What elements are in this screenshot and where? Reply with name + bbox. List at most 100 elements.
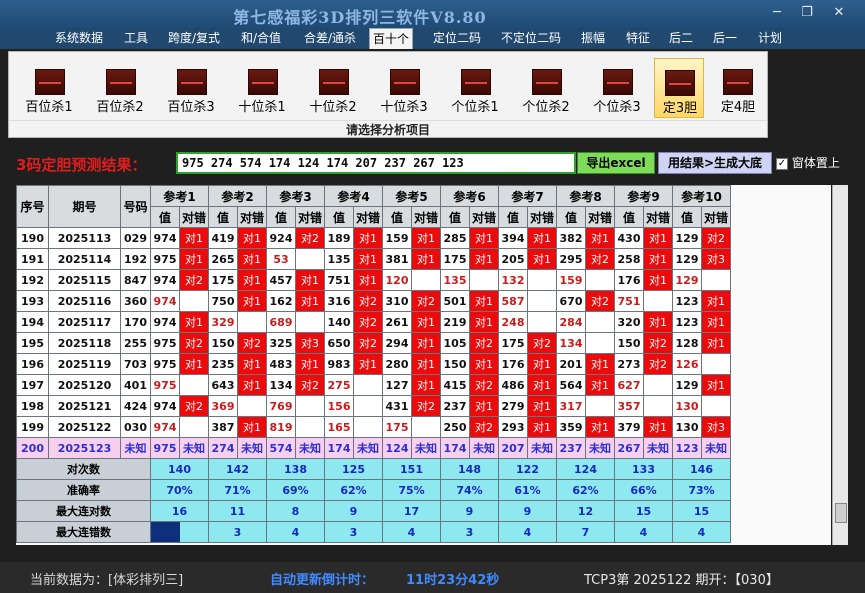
menu-item-12[interactable]: 后一 [710,28,740,49]
table-row[interactable]: 194 2025117 170 974 对1 329 689 140 对2 261 对1 219 对1 2… [16,311,731,333]
period-cell: 2025115 [48,269,121,291]
ribbon-button-2[interactable]: 百位杀2 [90,58,150,118]
value-cell: 150 [440,353,470,375]
ribbon-button-10[interactable]: 定3胆 [654,58,704,118]
stat-row: 最大连对数 16 11 8 9 17 9 9 12 15 15 [16,500,731,522]
judge-header: 对错 [411,206,441,228]
table-row[interactable]: 197 2025120 401 975 643 对1 134 对2 275 127 对1 415 对2 4… [16,374,731,396]
number-cell: 424 [120,395,151,417]
table-row[interactable]: 192 2025115 847 974 对2 175 对1 457 对1 751 对1 120 135 1… [16,269,731,291]
menu-item-13[interactable]: 计划 [755,28,785,49]
judge-cell: 对1 [237,374,267,396]
ribbon-button-label: 十位杀2 [309,100,357,115]
table-row[interactable]: 190 2025113 029 974 对1 419 对1 924 对2 189 对1 159 对1 28… [16,227,731,249]
value-cell: 382 [556,227,586,249]
value-cell: 643 [208,374,238,396]
current-data-text: 当前数据为：[体彩排列三] [30,573,184,588]
stat-value: 4 [498,521,557,543]
menu-item-8[interactable]: 不定位二码 [498,28,564,49]
prediction-result-field[interactable]: 975 274 574 174 124 174 207 237 267 123 [176,152,576,174]
topmost-checkbox[interactable]: ✓ 窗体置上 [776,154,840,171]
menu-item-5[interactable]: 合差/通杀 [300,28,360,49]
stat-label: 准确率 [16,479,151,501]
value-cell: 265 [208,248,238,270]
table-row[interactable]: 198 2025121 424 974 对2 369 769 156 431 对2 237 对1 279… [16,395,731,417]
value-cell: 250 [440,416,470,438]
table-row[interactable]: 196 2025119 703 975 对1 235 对1 483 对1 983 对1 280 对1 15… [16,353,731,375]
stat-value: 138 [266,458,325,480]
ref-header-4: 参考4 [324,185,383,207]
ribbon-button-label: 百位杀3 [167,100,215,115]
value-cell: 267 [614,437,644,459]
value-cell: 501 [440,290,470,312]
menu-item-7[interactable]: 定位二码 [429,28,485,49]
stat-value: 140 [150,458,209,480]
judge-cell [179,290,209,312]
ribbon-button-1[interactable]: 百位杀1 [19,58,79,118]
export-excel-button[interactable]: 导出excel [577,152,655,174]
ribbon-button-8[interactable]: 个位杀2 [516,58,576,118]
judge-cell: 对1 [179,227,209,249]
ribbon-button-6[interactable]: 十位杀3 [374,58,434,118]
value-cell: 819 [266,416,296,438]
ribbon-button-7[interactable]: 个位杀1 [445,58,505,118]
ribbon-button-3[interactable]: 百位杀3 [161,58,221,118]
ribbon-button-9[interactable]: 个位杀3 [587,58,647,118]
stat-row: 最大连错数 3 4 3 4 3 4 7 4 4 [16,521,731,543]
period-cell: 2025119 [48,353,121,375]
close-button[interactable]: ✕ [826,4,852,22]
judge-cell: 对1 [353,248,383,270]
value-cell: 379 [614,416,644,438]
value-cell: 130 [672,416,702,438]
judge-cell [295,416,325,438]
value-cell: 564 [556,374,586,396]
value-cell: 237 [556,437,586,459]
judge-cell: 对1 [411,227,441,249]
menu-item-9[interactable]: 振幅 [578,28,608,49]
scrollbar-thumb[interactable] [835,503,847,523]
judge-cell [179,416,209,438]
judge-cell: 对1 [353,269,383,291]
value-cell: 316 [324,290,354,312]
judge-cell: 对1 [585,353,615,375]
stat-value: 122 [498,458,557,480]
value-cell: 174 [324,437,354,459]
judge-cell: 对1 [411,248,441,270]
menu-item-6[interactable]: 百十个 [369,28,413,49]
value-cell: 974 [150,227,180,249]
table-row[interactable]: 191 2025114 192 975 对1 265 对1 53 135 对1 381 对1 175 对1… [16,248,731,270]
vertical-scrollbar[interactable] [832,185,848,545]
value-cell: 53 [266,248,296,270]
ribbon-button-4[interactable]: 十位杀1 [232,58,292,118]
stat-label: 对次数 [16,458,151,480]
restore-button[interactable]: ❐ [794,4,820,22]
ref-header-10: 参考10 [672,185,731,207]
menu-item-4[interactable]: 和/合值 [238,28,284,49]
table-row[interactable]: 200 2025123 未知 975 未知 274 未知 574 未知 174 未知 124 未知 174… [16,437,731,459]
value-header: 值 [440,206,470,228]
judge-cell: 对2 [469,332,499,354]
stat-value: 151 [382,458,441,480]
menu-item-10[interactable]: 特征 [623,28,653,49]
judge-cell: 对1 [527,416,557,438]
ribbon-button-label: 个位杀1 [451,100,499,115]
judge-cell: 对2 [643,332,673,354]
menu-item-11[interactable]: 后二 [666,28,696,49]
menu-item-3[interactable]: 跨度/复式 [164,28,224,49]
table-row[interactable]: 199 2025122 030 974 387 对1 819 165 175 250 对2 293 对1… [16,416,731,438]
table-row[interactable]: 195 2025118 255 975 对2 150 对2 325 对3 650 对2 294 对1 10… [16,332,731,354]
seq-cell: 192 [16,269,49,291]
countdown-label: 自动更新倒计时： [270,573,375,588]
value-cell: 483 [266,353,296,375]
judge-cell: 对2 [585,248,615,270]
generate-base-button[interactable]: 用结果>生成大底 [658,152,772,174]
stat-value: 4 [672,521,731,543]
seq-cell: 196 [16,353,49,375]
minimize-button[interactable]: ─ [764,4,790,22]
prediction-row: 3码定胆预测结果： 975 274 574 174 124 174 207 23… [8,148,848,178]
menu-item-1[interactable]: 系统数据 [53,28,105,49]
menu-item-2[interactable]: 工具 [120,28,152,49]
ribbon-button-11[interactable]: 定4胆 [713,58,763,118]
table-row[interactable]: 193 2025116 360 974 750 对1 162 对1 316 对2 310 对2 501 对… [16,290,731,312]
ribbon-button-5[interactable]: 十位杀2 [303,58,363,118]
